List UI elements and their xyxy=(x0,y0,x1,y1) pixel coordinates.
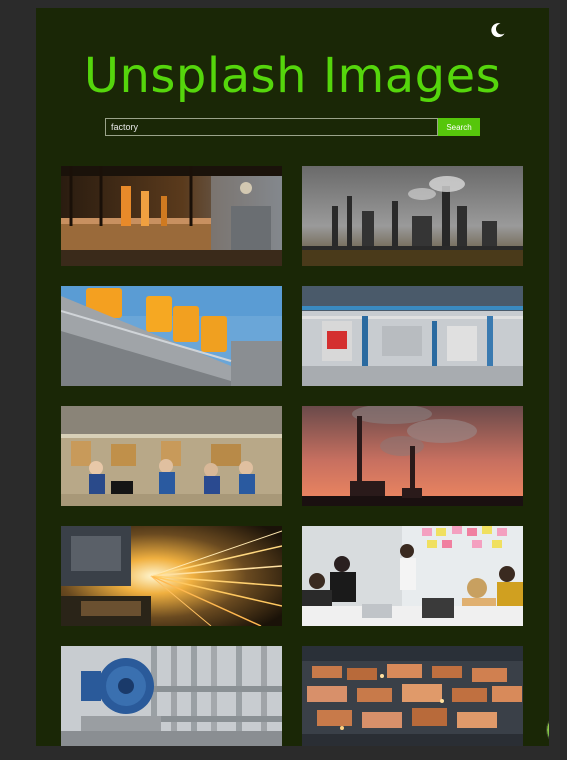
smokestacks-sunset-image xyxy=(302,406,523,506)
storage-tanks-image xyxy=(61,286,282,386)
metal-sparks-image xyxy=(61,526,282,626)
assembly-line-image xyxy=(61,406,282,506)
search-input[interactable] xyxy=(105,118,438,136)
industrial-pump-image xyxy=(61,646,282,746)
app-container: Unsplash Images Search xyxy=(36,8,549,746)
steel-mill-image xyxy=(61,166,282,266)
search-button[interactable]: Search xyxy=(438,118,480,136)
image-card[interactable] xyxy=(61,526,282,626)
office-meeting-image xyxy=(302,526,523,626)
refinery-image xyxy=(302,166,523,266)
image-card[interactable] xyxy=(302,646,523,746)
moon-icon[interactable] xyxy=(486,18,510,42)
search-bar: Search xyxy=(105,118,481,136)
image-card[interactable] xyxy=(302,286,523,386)
image-card[interactable] xyxy=(302,406,523,506)
landscape-icon[interactable] xyxy=(547,715,549,745)
image-card[interactable] xyxy=(61,286,282,386)
image-card[interactable] xyxy=(61,646,282,746)
page-title: Unsplash Images xyxy=(83,48,502,104)
image-card[interactable] xyxy=(302,166,523,266)
image-card[interactable] xyxy=(61,166,282,266)
image-card[interactable] xyxy=(61,406,282,506)
container-port-image xyxy=(302,646,523,746)
image-card[interactable] xyxy=(302,526,523,626)
industrial-pipes-image xyxy=(302,286,523,386)
